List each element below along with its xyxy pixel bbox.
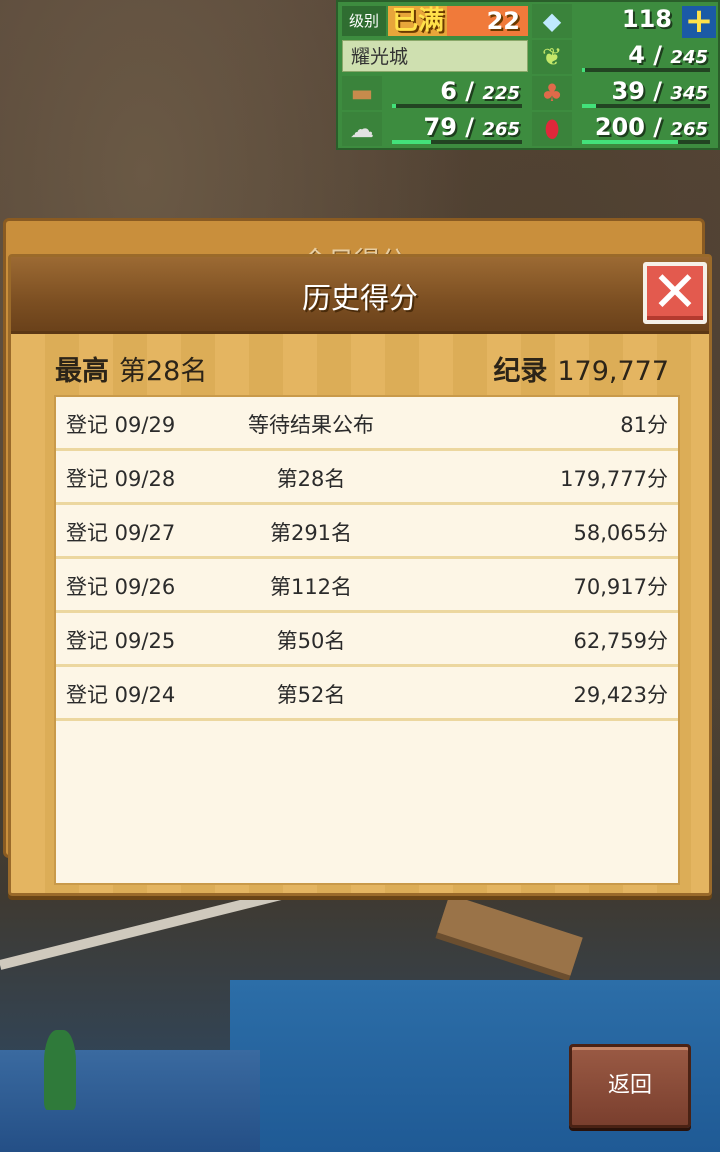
level-label: 级别	[342, 6, 386, 36]
list-item: 登记 09/28 第28名 179,777分	[56, 451, 678, 505]
list-item: 登记 09/25 第50名 62,759分	[56, 613, 678, 667]
entry-date: 登记 09/28	[66, 467, 176, 491]
entry-rank: 第291名	[269, 521, 353, 545]
close-button[interactable]: ✕	[643, 262, 707, 324]
history-list[interactable]: 登记 09/29 等待结果公布 81分 登记 09/28 第28名 179,77…	[54, 395, 680, 885]
wood-icon: ▬	[342, 76, 382, 110]
ore-icon: ☁	[342, 112, 382, 146]
entry-date: 登记 09/27	[66, 521, 176, 545]
grass-count: 4 / 245	[576, 40, 716, 74]
back-button[interactable]: 返回	[569, 1044, 691, 1128]
entry-rank: 第112名	[269, 575, 353, 599]
record-value: 179,777	[557, 356, 669, 387]
panel-title: 历史得分	[301, 281, 418, 315]
panel-header: 历史得分 ✕	[11, 257, 709, 334]
grass-icon: ❦	[532, 40, 572, 74]
entry-date: 登记 09/24	[66, 683, 176, 707]
diamond-icon: ◆	[532, 4, 572, 38]
food-count: 39 / 345	[576, 76, 716, 110]
wood-count: 6 / 225	[386, 76, 528, 110]
entry-score: 58,065分	[573, 521, 668, 545]
entry-date: 登记 09/26	[66, 575, 176, 599]
entry-rank: 等待结果公布	[248, 413, 374, 437]
add-gems-button[interactable]: +	[682, 4, 716, 38]
record-label: 纪录	[493, 356, 548, 387]
food-icon: ♣	[532, 76, 572, 110]
entry-score: 29,423分	[573, 683, 668, 707]
entry-rank: 第28名	[276, 467, 346, 491]
town-name: 耀光城	[342, 40, 528, 72]
ore-count: 79 / 265	[386, 112, 528, 146]
map-tree	[44, 1030, 76, 1110]
entry-score: 81分	[620, 413, 668, 437]
entry-score: 62,759分	[573, 629, 668, 653]
level-bar: 已满 22	[388, 6, 528, 36]
list-item: 登记 09/29 等待结果公布 81分	[56, 397, 678, 451]
record-score: 纪录 179,777	[493, 349, 669, 388]
entry-score: 70,917分	[573, 575, 668, 599]
entry-date: 登记 09/25	[66, 629, 176, 653]
entry-rank: 第50名	[276, 629, 346, 653]
entry-rank: 第52名	[276, 683, 346, 707]
level-value: 22	[486, 7, 520, 35]
best-label: 最高	[55, 356, 109, 387]
summary-row: 最高 第28名 纪录 179,777	[55, 349, 669, 389]
entry-score: 179,777分	[560, 467, 668, 491]
list-item: 登记 09/27 第291名 58,065分	[56, 505, 678, 559]
close-icon: ✕	[651, 260, 699, 325]
ruby-icon: ⬮	[532, 112, 572, 146]
entry-date: 登记 09/29	[66, 413, 176, 437]
ruby-count: 200 / 265	[576, 112, 716, 146]
level-status: 已满	[392, 6, 445, 36]
list-item: 登记 09/26 第112名 70,917分	[56, 559, 678, 613]
list-item: 登记 09/24 第52名 29,423分	[56, 667, 678, 721]
map-water-left	[0, 1050, 260, 1152]
best-rank: 最高 第28名	[55, 349, 207, 388]
best-rank-value: 第28名	[119, 356, 208, 387]
history-score-panel: 历史得分 ✕ 最高 第28名 纪录 179,777 登记 09/29 等待结果公布 …	[8, 254, 712, 896]
gem-count: 118	[621, 5, 672, 33]
resource-hud: 级别 已满 22 ◆ 118 + 耀光城 ❦ 4 / 245 ▬ 6 / 225…	[336, 0, 720, 150]
